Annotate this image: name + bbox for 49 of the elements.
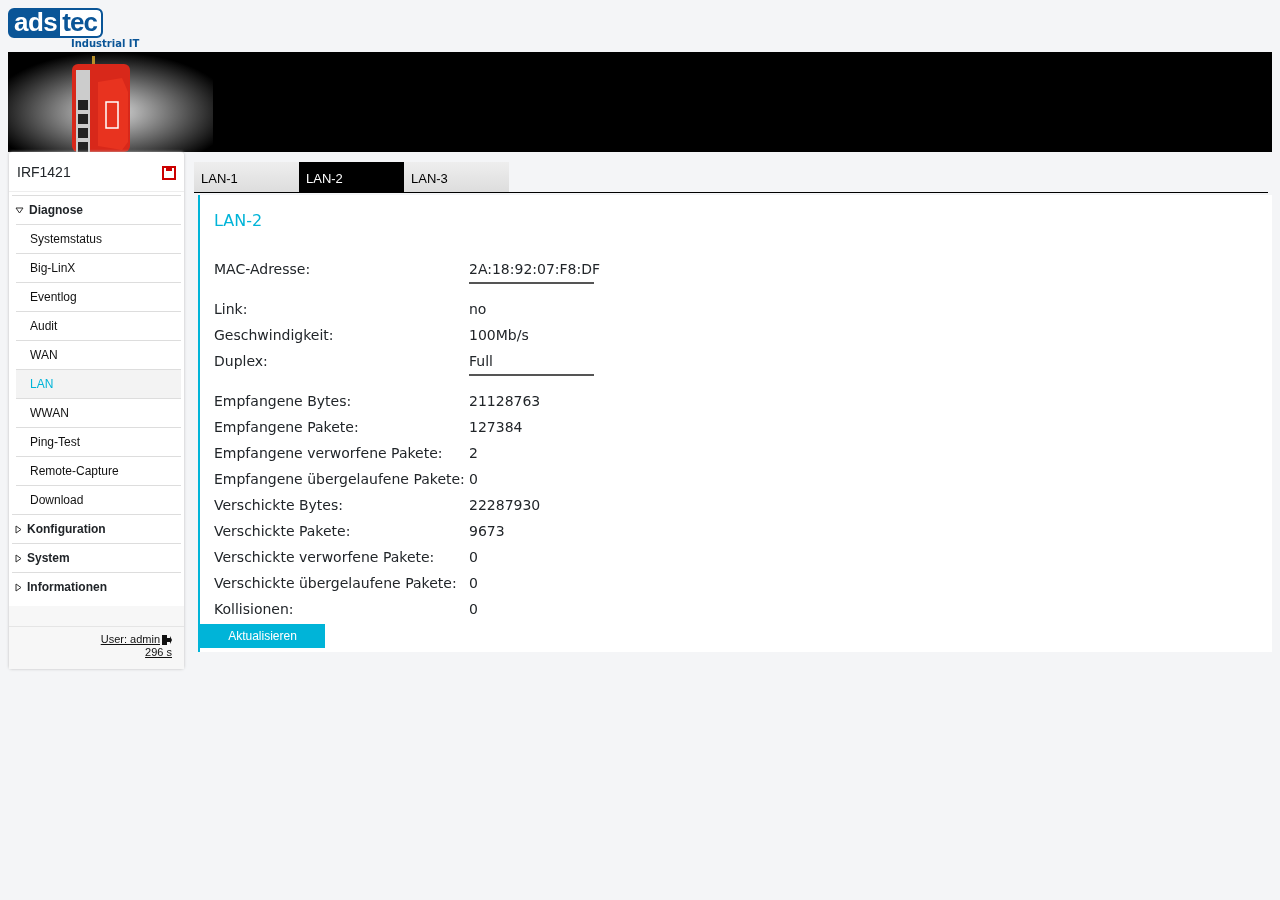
field-label: Verschickte Pakete: (214, 521, 352, 541)
field-label: Empfangene Pakete: (214, 417, 360, 437)
nav-item[interactable]: Eventlog (16, 282, 181, 311)
nav-section[interactable]: Informationen (27, 578, 107, 596)
nav-item[interactable]: Audit (16, 311, 181, 340)
nav-section[interactable]: Konfiguration (27, 520, 106, 538)
field-value: no (469, 299, 487, 319)
field-value: 21128763 (469, 391, 541, 411)
field-value: 100Mb/s (469, 325, 529, 345)
nav-item[interactable]: Ping-Test (16, 427, 181, 456)
logout-icon[interactable] (162, 633, 172, 645)
user-link[interactable]: User: admin (100, 633, 160, 645)
field-label: Empfangene Bytes: (214, 391, 353, 411)
field-label: Verschickte verworfene Pakete: (214, 547, 436, 567)
field-label: Verschickte übergelaufene Pakete: (214, 573, 458, 593)
field-value: 0 (469, 547, 478, 567)
nav-item[interactable]: WWAN (16, 398, 181, 427)
field-label: Verschickte Bytes: (214, 495, 344, 515)
tagline: Industrial IT (71, 38, 141, 50)
nav-item[interactable]: Systemstatus (16, 224, 181, 253)
nav-item[interactable]: Big-LinX (16, 253, 181, 282)
field-label: Empfangene verworfene Pakete: (214, 443, 444, 463)
nav-item[interactable]: Remote-Capture (16, 456, 181, 485)
field-value: 9673 (469, 521, 505, 541)
session-timer[interactable]: 296 s (145, 646, 172, 658)
field-value: 22287930 (469, 495, 541, 515)
field-value: 127384 (469, 417, 523, 437)
field-value: 2 (469, 443, 478, 463)
tab[interactable]: LAN-3 (404, 162, 509, 192)
nav-section[interactable]: Diagnose (29, 201, 83, 219)
device-name: IRF1421 (17, 163, 71, 182)
save-icon[interactable] (162, 165, 176, 180)
field-label: MAC-Adresse: (214, 259, 312, 279)
tab[interactable]: LAN-2 (299, 162, 404, 192)
field-label: Empfangene übergelaufene Pakete: (214, 469, 466, 489)
panel-title: LAN-2 (214, 210, 264, 232)
nav-section[interactable]: System (27, 549, 70, 567)
field-label: Duplex: (214, 351, 269, 371)
logo: ads tec (8, 8, 103, 38)
field-label: Kollisionen: (214, 599, 295, 619)
nav-item[interactable]: Download (16, 485, 181, 514)
field-label: Link: (214, 299, 249, 319)
field-value: 0 (469, 573, 478, 593)
field-value: 2A:18:92:07:F8:DF (469, 259, 601, 279)
tab[interactable]: LAN-1 (194, 162, 299, 192)
field-value: 0 (469, 469, 478, 489)
field-label: Geschwindigkeit: (214, 325, 335, 345)
field-value: Full (469, 351, 493, 371)
field-value: 0 (469, 599, 478, 619)
